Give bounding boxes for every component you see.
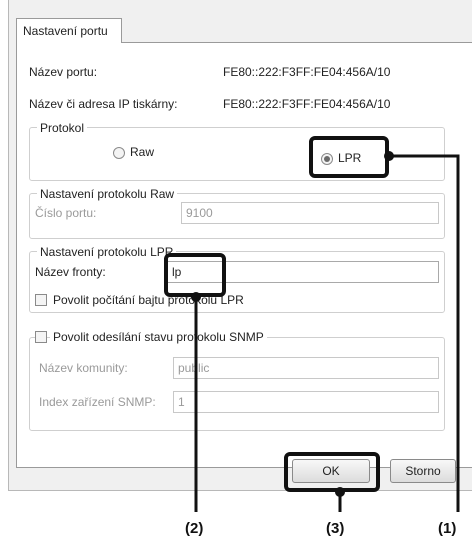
callout-lines bbox=[191, 151, 460, 512]
callout-number-1: (1) bbox=[438, 520, 457, 537]
callout-number-2: (2) bbox=[185, 520, 204, 537]
tab-label: Nastavení portu bbox=[23, 24, 108, 38]
callout-dot-2 bbox=[191, 292, 201, 302]
tab-port-settings[interactable]: Nastavení portu bbox=[16, 18, 122, 43]
callout-line-1 bbox=[389, 154, 460, 512]
callout-dot-3 bbox=[335, 487, 345, 497]
callout-number-3: (3) bbox=[326, 520, 345, 537]
callout-dot-1 bbox=[384, 151, 394, 161]
